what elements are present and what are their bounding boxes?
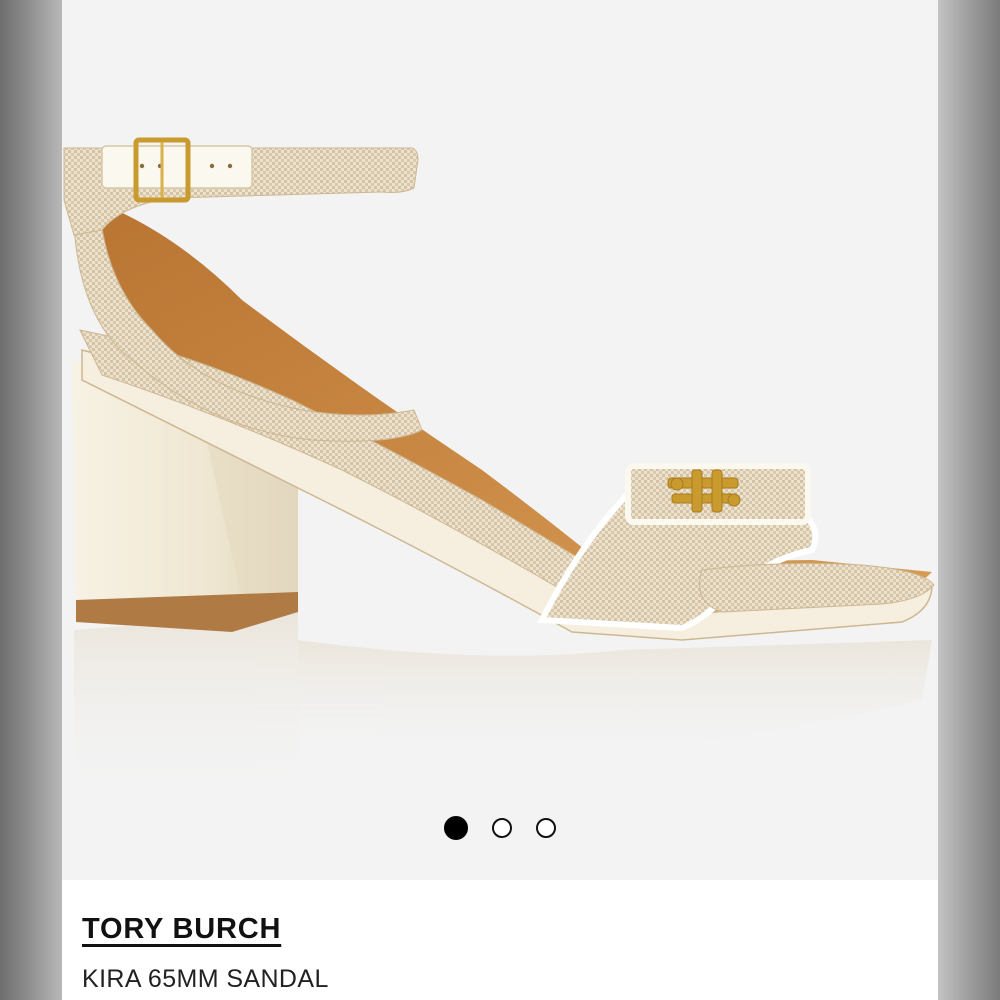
product-page: TORY BURCH KIRA 65MM SANDAL xyxy=(62,0,938,1000)
sandal-image xyxy=(63,137,935,800)
brand-link[interactable]: TORY BURCH xyxy=(82,913,281,946)
carousel-dot-1[interactable] xyxy=(444,816,468,840)
product-image-gallery[interactable] xyxy=(62,0,938,880)
carousel-dot-3[interactable] xyxy=(536,818,556,838)
carousel-indicators xyxy=(62,814,938,842)
product-name: KIRA 65MM SANDAL xyxy=(82,965,329,993)
carousel-dot-2[interactable] xyxy=(492,818,512,838)
right-background-band xyxy=(938,0,1000,1000)
left-background-band xyxy=(0,0,62,1000)
floor-reflection xyxy=(74,612,932,800)
product-info: TORY BURCH KIRA 65MM SANDAL xyxy=(62,880,938,1000)
